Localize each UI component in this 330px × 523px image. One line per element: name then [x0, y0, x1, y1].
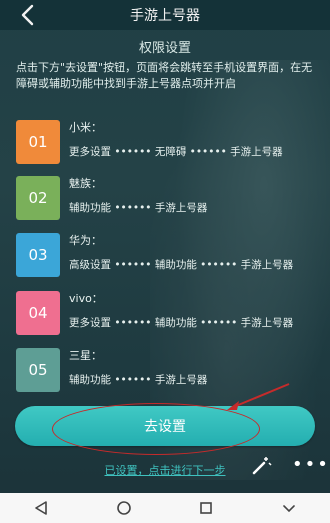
step-number-badge: 02	[16, 176, 60, 220]
settings-path: 更多设置 •••••• 无障碍 •••••• 手游上号器	[69, 146, 283, 158]
more-options-icon[interactable]: •••	[292, 455, 328, 475]
magic-wand-button[interactable]	[250, 455, 272, 477]
list-item-huawei: 03 华为： 高级设置 •••••• 辅助功能 •••••• 手游上号器	[16, 233, 316, 279]
magic-wand-icon	[252, 457, 272, 475]
top-bar: 手游上号器	[0, 0, 330, 30]
list-item-xiaomi: 01 小米： 更多设置 •••••• 无障碍 •••••• 手游上号器	[16, 120, 316, 166]
brand-name: 魅族：	[69, 177, 102, 190]
settings-path: 辅助功能 •••••• 手游上号器	[69, 374, 208, 386]
settings-path: 更多设置 •••••• 辅助功能 •••••• 手游上号器	[69, 317, 294, 329]
step-number-badge: 03	[16, 233, 60, 277]
brand-name: vivo：	[69, 292, 103, 305]
nav-collapse-button[interactable]	[277, 498, 301, 518]
brand-name: 三星：	[69, 349, 102, 362]
next-step-link[interactable]: 已设置，点击进行下一步	[0, 462, 330, 478]
list-item-meizu: 02 魅族： 辅助功能 •••••• 手游上号器	[16, 176, 316, 222]
square-recents-icon	[200, 502, 213, 514]
settings-path: 高级设置 •••••• 辅助功能 •••••• 手游上号器	[69, 259, 294, 271]
step-number-badge: 04	[16, 291, 60, 335]
nav-back-button[interactable]	[29, 498, 53, 518]
annotation-arrow	[227, 383, 290, 410]
page-title: 手游上号器	[130, 8, 200, 24]
section-title: 权限设置	[138, 41, 191, 56]
brand-name: 华为：	[69, 234, 102, 247]
settings-path: 辅助功能 •••••• 手游上号器	[69, 202, 208, 214]
step-number-badge: 01	[16, 120, 60, 164]
nav-recents-button[interactable]	[194, 498, 218, 518]
app-screen: 手游上号器 权限设置 点击下方"去设置"按钮，页面将会跳转至手机设置界面，在无障…	[0, 0, 330, 523]
list-item-vivo: 04 vivo： 更多设置 •••••• 辅助功能 •••••• 手游上号器	[16, 291, 316, 337]
system-navigation-bar	[0, 493, 330, 523]
circle-home-icon	[116, 501, 131, 515]
nav-home-button[interactable]	[112, 498, 136, 518]
step-number-badge: 05	[16, 348, 60, 392]
triangle-back-icon	[35, 501, 48, 515]
chevron-down-icon	[282, 505, 295, 513]
brand-name: 小米：	[69, 121, 102, 134]
instruction-text: 点击下方"去设置"按钮，页面将会跳转至手机设置界面，在无障碍或辅助功能中找到手游…	[16, 61, 313, 90]
